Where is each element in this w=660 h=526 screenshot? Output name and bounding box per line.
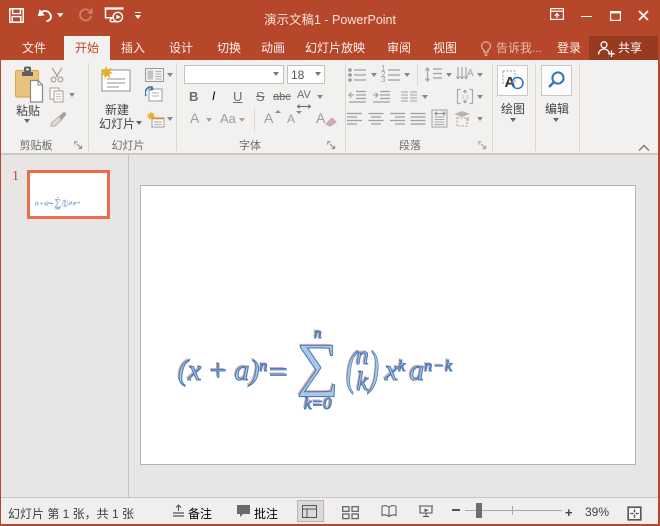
svg-text:A: A <box>505 74 516 91</box>
svg-text:A: A <box>467 68 474 79</box>
